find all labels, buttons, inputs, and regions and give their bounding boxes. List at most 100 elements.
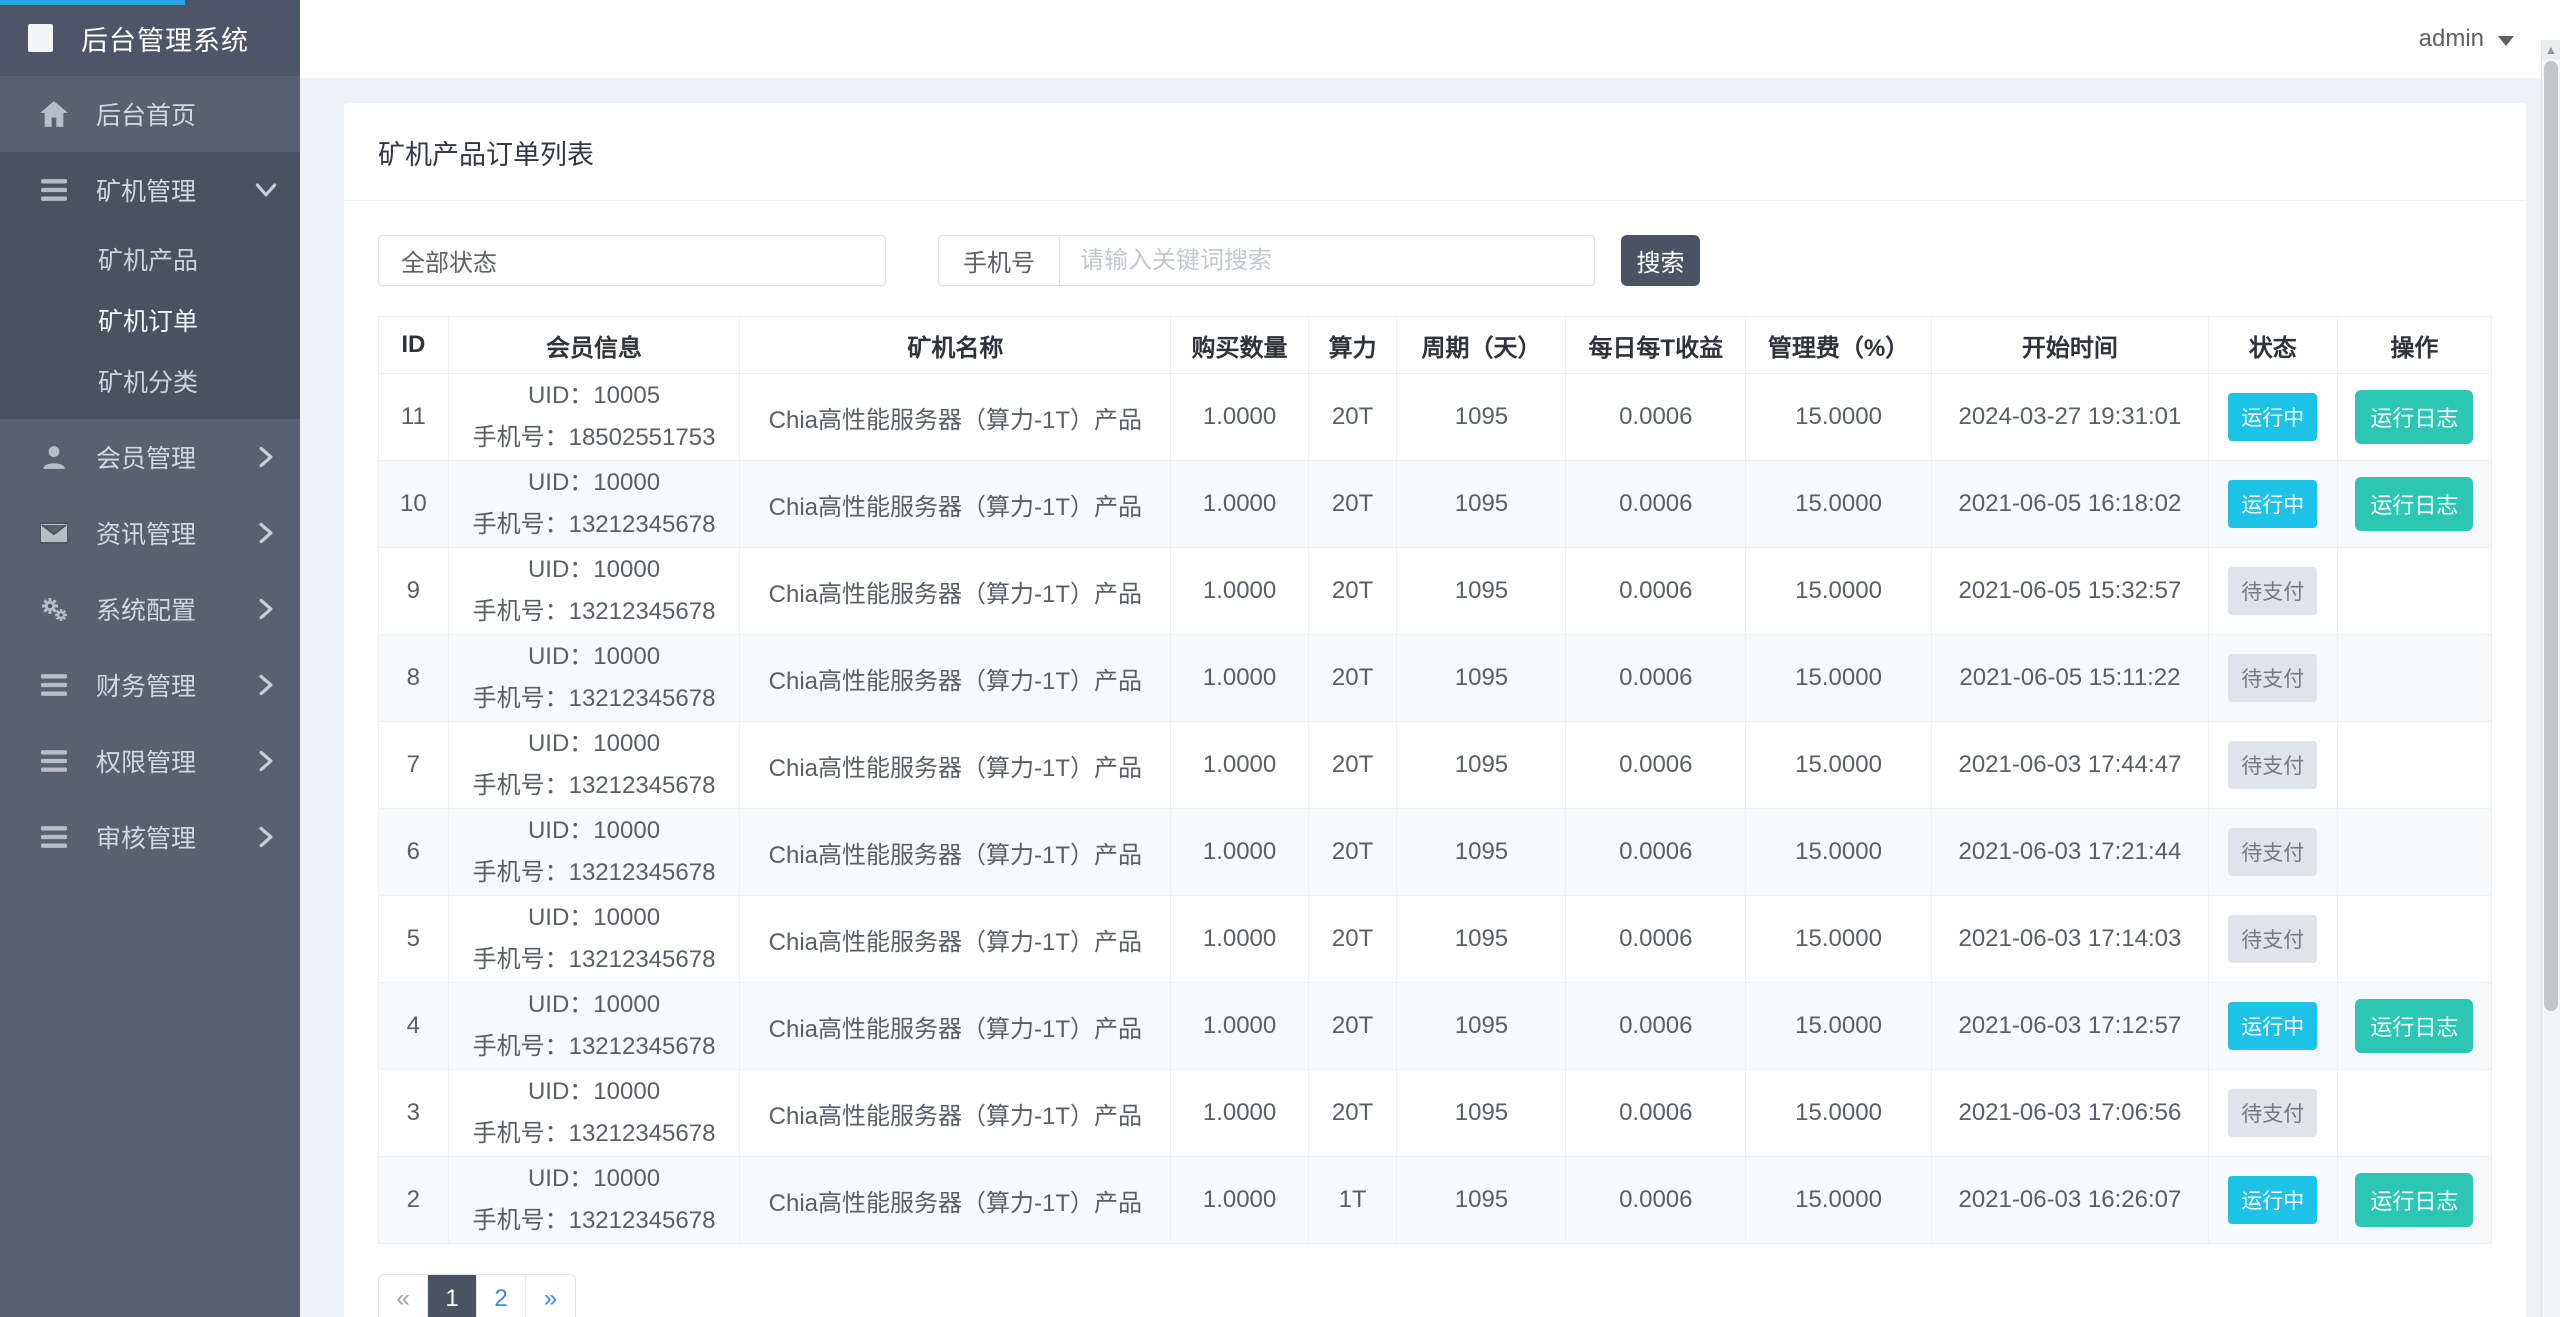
column-header: 开始时间 — [1932, 317, 2209, 374]
member-uid: UID：10000 — [449, 897, 740, 939]
table-header-row: ID会员信息矿机名称购买数量算力周期（天）每日每T收益管理费（%）开始时间状态操… — [379, 317, 2492, 374]
pagination-next[interactable]: » — [526, 1275, 575, 1317]
table-row: 11 UID：10005 手机号：18502551753Chia高性能服务器（算… — [379, 374, 2492, 461]
column-header: 管理费（%） — [1746, 317, 1932, 374]
admin-user-menu[interactable]: admin — [2419, 25, 2514, 53]
orders-table: ID会员信息矿机名称购买数量算力周期（天）每日每T收益管理费（%）开始时间状态操… — [378, 316, 2492, 1244]
cell-status: 待支付 — [2208, 722, 2337, 809]
run-log-button[interactable]: 运行日志 — [2355, 999, 2473, 1053]
run-log-button[interactable]: 运行日志 — [2355, 390, 2473, 444]
cell-id: 9 — [379, 548, 449, 635]
cell-daily-income: 0.0006 — [1566, 983, 1746, 1070]
cell-power: 20T — [1308, 548, 1397, 635]
cell-qty: 1.0000 — [1171, 461, 1308, 548]
status-badge: 运行中 — [2228, 393, 2317, 441]
cell-status: 运行中 — [2208, 1157, 2337, 1244]
cell-daily-income: 0.0006 — [1566, 1070, 1746, 1157]
member-uid: UID：10000 — [449, 984, 740, 1026]
status-badge: 待支付 — [2228, 828, 2317, 876]
cell-cycle: 1095 — [1397, 548, 1566, 635]
cell-cycle: 1095 — [1397, 809, 1566, 896]
cell-qty: 1.0000 — [1171, 1070, 1308, 1157]
run-log-button[interactable]: 运行日志 — [2355, 477, 2473, 531]
cell-start-time: 2021-06-03 17:44:47 — [1932, 722, 2209, 809]
table-row: 2 UID：10000 手机号：13212345678Chia高性能服务器（算力… — [379, 1157, 2492, 1244]
table-row: 6 UID：10000 手机号：13212345678Chia高性能服务器（算力… — [379, 809, 2492, 896]
cell-id: 10 — [379, 461, 449, 548]
sidebar-item-member[interactable]: 会员管理 — [0, 419, 300, 495]
cell-product: Chia高性能服务器（算力-1T）产品 — [740, 635, 1171, 722]
cell-fee: 15.0000 — [1746, 809, 1932, 896]
member-phone: 手机号：13212345678 — [449, 504, 740, 546]
cell-product: Chia高性能服务器（算力-1T）产品 — [740, 722, 1171, 809]
cell-power: 20T — [1308, 461, 1397, 548]
sidebar-subitem[interactable]: 矿机分类 — [0, 350, 300, 411]
table-row: 3 UID：10000 手机号：13212345678Chia高性能服务器（算力… — [379, 1070, 2492, 1157]
cell-start-time: 2021-06-05 16:18:02 — [1932, 461, 2209, 548]
sidebar-subitem[interactable]: 矿机订单 — [0, 289, 300, 350]
phone-search-group: 手机号 — [938, 235, 1595, 286]
status-select-value: 全部状态 — [401, 243, 497, 278]
scrollbar-up-arrow-icon[interactable]: ▲ — [2542, 40, 2560, 59]
cell-power: 1T — [1308, 1157, 1397, 1244]
cell-start-time: 2021-06-03 17:21:44 — [1932, 809, 2209, 896]
cell-product: Chia高性能服务器（算力-1T）产品 — [740, 809, 1171, 896]
cell-member: UID：10000 手机号：13212345678 — [448, 461, 740, 548]
member-uid: UID：10000 — [449, 1158, 740, 1200]
cell-product: Chia高性能服务器（算力-1T）产品 — [740, 548, 1171, 635]
app-root: 后台管理系统 后台首页矿机管理矿机产品矿机订单矿机分类会员管理资讯管理系统配置财… — [0, 0, 2560, 1317]
keyword-input[interactable] — [1060, 235, 1595, 286]
cell-product: Chia高性能服务器（算力-1T）产品 — [740, 983, 1171, 1070]
column-header: 购买数量 — [1171, 317, 1308, 374]
pagination-page-1[interactable]: 1 — [428, 1275, 477, 1317]
sidebar-item-system[interactable]: 系统配置 — [0, 571, 300, 647]
cell-fee: 15.0000 — [1746, 1070, 1932, 1157]
search-button[interactable]: 搜索 — [1621, 235, 1700, 286]
cell-cycle: 1095 — [1397, 983, 1566, 1070]
pagination-prev[interactable]: « — [379, 1275, 428, 1317]
cell-qty: 1.0000 — [1171, 548, 1308, 635]
member-uid: UID：10000 — [449, 462, 740, 504]
cell-member: UID：10000 手机号：13212345678 — [448, 722, 740, 809]
sidebar-item-audit[interactable]: 审核管理 — [0, 799, 300, 875]
order-list-card: 矿机产品订单列表 全部状态 手机号 搜索 — [344, 103, 2526, 1317]
status-select[interactable]: 全部状态 — [378, 235, 886, 286]
cell-member: UID：10000 手机号：13212345678 — [448, 1157, 740, 1244]
vertical-scrollbar[interactable]: ▲ — [2541, 40, 2560, 1317]
sidebar-item-news[interactable]: 资讯管理 — [0, 495, 300, 571]
cell-member: UID：10000 手机号：13212345678 — [448, 896, 740, 983]
sidebar-item-finance[interactable]: 财务管理 — [0, 647, 300, 723]
cell-fee: 15.0000 — [1746, 896, 1932, 983]
status-badge: 待支付 — [2228, 654, 2317, 702]
sidebar: 后台管理系统 后台首页矿机管理矿机产品矿机订单矿机分类会员管理资讯管理系统配置财… — [0, 0, 300, 1317]
cell-status: 运行中 — [2208, 374, 2337, 461]
cell-id: 6 — [379, 809, 449, 896]
cell-power: 20T — [1308, 983, 1397, 1070]
cell-fee: 15.0000 — [1746, 1157, 1932, 1244]
column-header: 状态 — [2208, 317, 2337, 374]
cell-start-time: 2021-06-03 17:12:57 — [1932, 983, 2209, 1070]
status-badge: 待支付 — [2228, 741, 2317, 789]
sidebar-item-permission[interactable]: 权限管理 — [0, 723, 300, 799]
cell-action — [2337, 635, 2491, 722]
sidebar-subitem[interactable]: 矿机产品 — [0, 228, 300, 289]
cell-member: UID：10000 手机号：13212345678 — [448, 809, 740, 896]
member-phone: 手机号：13212345678 — [449, 1113, 740, 1155]
cell-id: 5 — [379, 896, 449, 983]
chevron-right-icon — [258, 598, 274, 620]
scrollbar-thumb[interactable] — [2544, 61, 2558, 1011]
status-badge: 运行中 — [2228, 480, 2317, 528]
topbar: admin — [300, 0, 2560, 78]
sidebar-item-home[interactable]: 后台首页 — [0, 76, 300, 152]
pagination-page-2[interactable]: 2 — [477, 1275, 526, 1317]
cell-status: 运行中 — [2208, 983, 2337, 1070]
cell-status: 待支付 — [2208, 896, 2337, 983]
cell-cycle: 1095 — [1397, 461, 1566, 548]
phone-label: 手机号 — [938, 235, 1060, 286]
cell-member: UID：10000 手机号：13212345678 — [448, 635, 740, 722]
sidebar-item-label: 权限管理 — [96, 743, 196, 779]
cell-member: UID：10000 手机号：13212345678 — [448, 1070, 740, 1157]
run-log-button[interactable]: 运行日志 — [2355, 1173, 2473, 1227]
cell-power: 20T — [1308, 809, 1397, 896]
sidebar-item-mining[interactable]: 矿机管理 — [0, 152, 300, 228]
